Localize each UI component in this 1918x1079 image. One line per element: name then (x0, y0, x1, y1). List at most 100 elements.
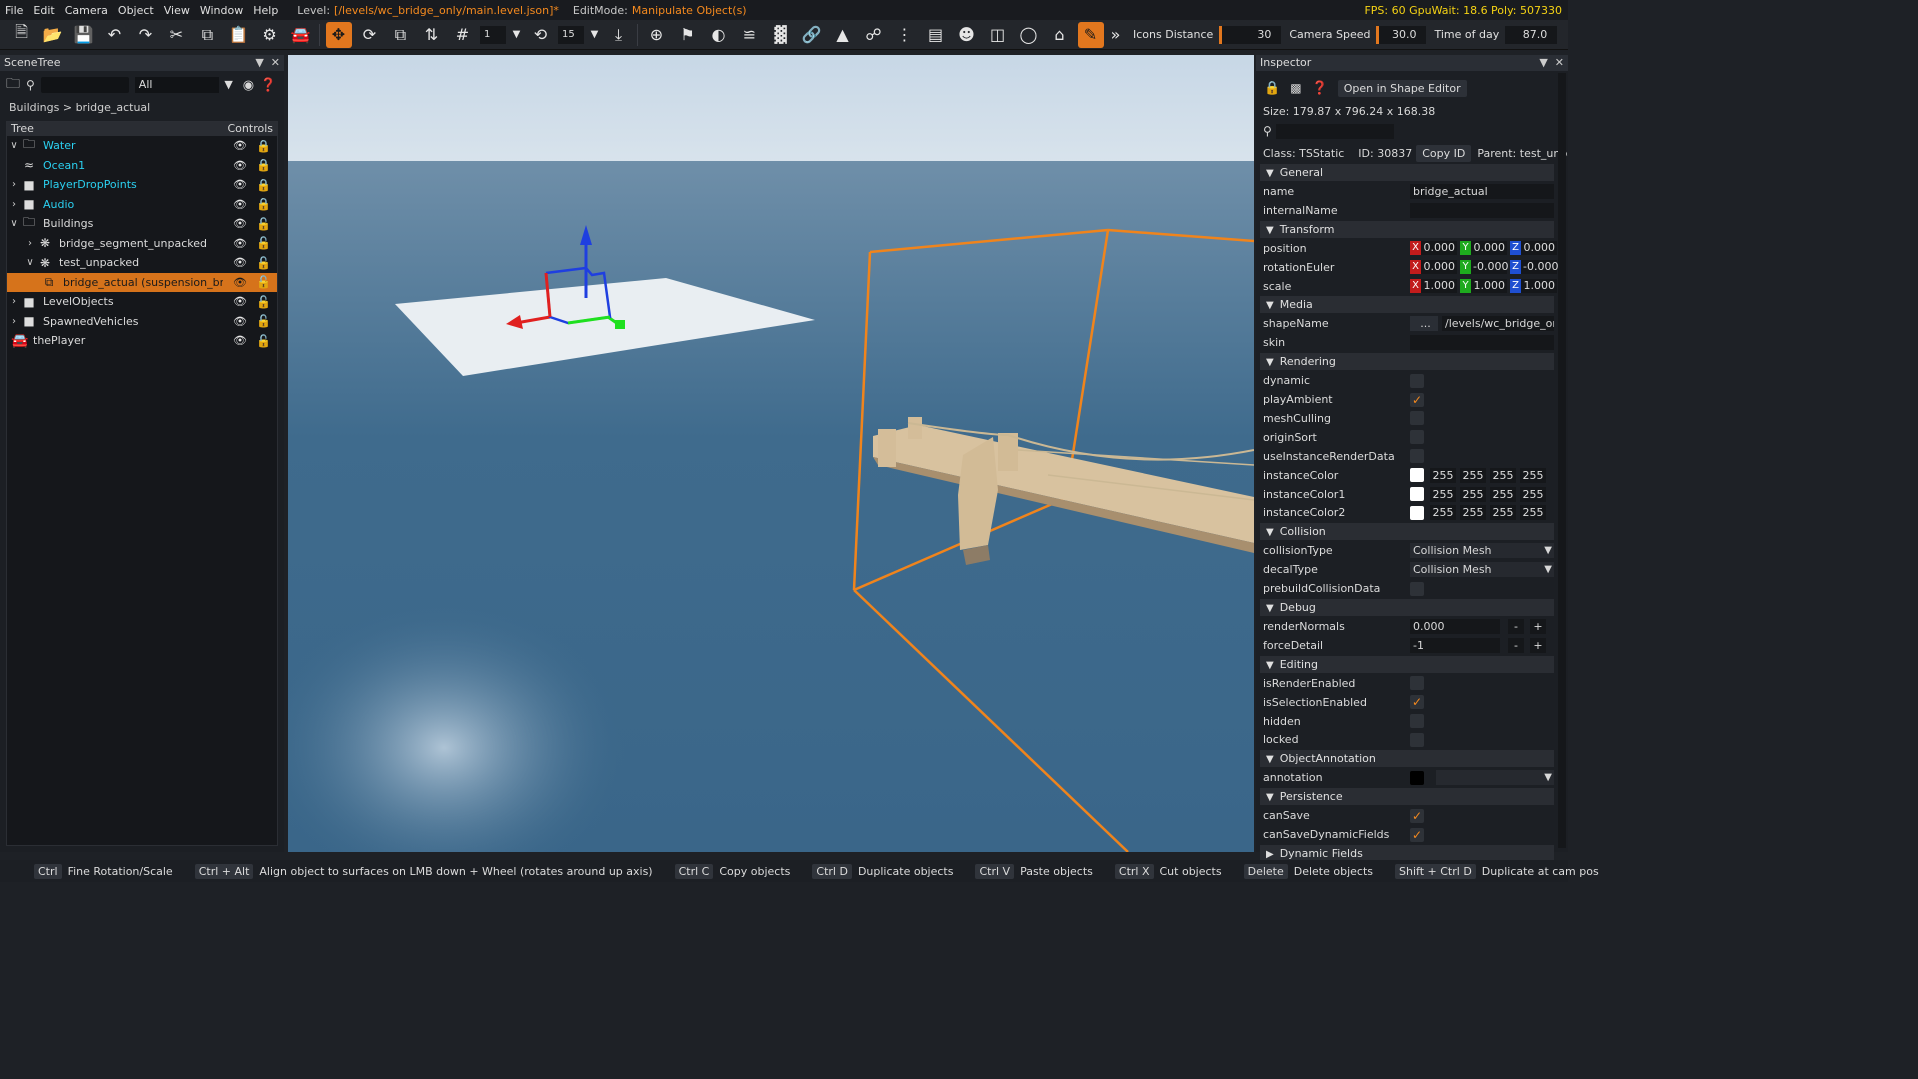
chevron-down-icon[interactable]: ∨ (23, 257, 37, 268)
lock-icon[interactable]: 🔒 (256, 197, 271, 211)
tree-row-ocean1[interactable]: ≈ Ocean1 👁 🔒 (7, 156, 277, 176)
sky-dome-icon[interactable]: ◯ (1016, 22, 1042, 48)
paste-icon[interactable]: 📋 (226, 22, 252, 48)
scale-x-input[interactable]: 1.000 (1421, 279, 1457, 294)
position-x[interactable]: X 0.000 (1410, 241, 1457, 256)
forcedetail-input[interactable]: -1 (1410, 637, 1500, 653)
help-icon[interactable]: ❓ (260, 78, 276, 93)
add-object-icon[interactable]: ⊕ (644, 22, 670, 48)
rendernormals-input[interactable]: 0.000 (1410, 618, 1500, 634)
layers-icon[interactable]: ◫ (985, 22, 1011, 48)
radar-icon[interactable]: ◉ (243, 78, 254, 93)
rotation-y[interactable]: Y -0.000 (1460, 260, 1508, 275)
section-objectannotation[interactable]: ▼ ObjectAnnotation (1260, 750, 1554, 768)
camera-speed-slider[interactable]: 30.0 (1376, 25, 1427, 44)
scenetree-search-input[interactable] (40, 77, 129, 93)
open-shape-editor-button[interactable]: Open in Shape Editor (1337, 79, 1467, 97)
decrement-button[interactable]: - (1508, 637, 1524, 653)
prebuild-checkbox[interactable] (1410, 581, 1424, 596)
lock-icon[interactable]: 🔒 (256, 178, 271, 192)
inspector-search-input[interactable] (1275, 123, 1394, 139)
collisiontype-select[interactable]: Collision Mesh (1410, 543, 1554, 559)
eye-icon[interactable]: 👁 (233, 334, 247, 347)
hidden-checkbox[interactable] (1410, 714, 1424, 729)
eye-icon[interactable]: 👁 (233, 139, 247, 152)
decrement-button[interactable]: - (1508, 618, 1524, 634)
paint-roller-icon[interactable]: ▓ (768, 22, 794, 48)
locked-checkbox[interactable] (1410, 732, 1424, 747)
link-icon[interactable]: 🔗 (799, 22, 825, 48)
increment-button[interactable]: + (1530, 637, 1546, 653)
tree-row-bridge-segment-unpacked[interactable]: › ❋ bridge_segment_unpacked 👁 🔓 (7, 234, 277, 254)
lock-open-icon[interactable]: 🔓 (256, 256, 271, 270)
section-general[interactable]: ▼ General (1260, 164, 1554, 181)
copy-id-button[interactable]: Copy ID (1416, 144, 1472, 162)
icons-distance-slider[interactable]: 30 (1219, 25, 1282, 44)
save-icon[interactable]: 💾 (71, 22, 97, 48)
position-y-input[interactable]: 0.000 (1471, 241, 1507, 256)
scale-z[interactable]: Z 1.000 (1510, 279, 1557, 294)
color-g-input[interactable]: 255 (1460, 505, 1486, 521)
lock-open-icon[interactable]: 🔓 (256, 275, 271, 289)
increment-button[interactable]: + (1530, 618, 1546, 634)
lock-open-icon[interactable]: 🔓 (256, 217, 271, 231)
grid-snap-icon[interactable]: # (450, 22, 476, 48)
redo-icon[interactable]: ↷ (133, 22, 159, 48)
lock-open-icon[interactable]: 🔓 (256, 295, 271, 309)
color-r-input[interactable]: 255 (1430, 505, 1456, 521)
color-b-input[interactable]: 255 (1490, 467, 1516, 483)
traffic-light-icon[interactable]: ⋮ (892, 22, 918, 48)
eye-icon[interactable]: 👁 (233, 237, 247, 250)
section-editing[interactable]: ▼ Editing (1260, 655, 1554, 673)
tree-row-playerdroppoints[interactable]: › ■ PlayerDropPoints 👁 🔒 (7, 175, 277, 195)
playambient-checkbox[interactable]: ✓ (1410, 392, 1424, 407)
grid-snap-value[interactable]: 1 (480, 25, 506, 44)
gizmo-y-arrow[interactable] (615, 320, 625, 329)
undo-icon[interactable]: ↶ (102, 22, 128, 48)
new-badge-icon[interactable]: ▩ (1290, 81, 1301, 95)
tree-row-theplayer[interactable]: 🚘 thePlayer 👁 🔓 (7, 331, 277, 351)
rotation-z[interactable]: Z -0.000 (1510, 260, 1558, 275)
pencil-edit-icon[interactable]: ✎ (1077, 21, 1104, 48)
align-snap-icon[interactable]: ⇅ (419, 22, 445, 48)
scale-gizmo-icon[interactable]: ⧉ (388, 22, 414, 48)
breadcrumb[interactable]: Buildings > bridge_actual (suspension_br… (0, 99, 284, 132)
color-b-input[interactable]: 255 (1490, 505, 1516, 521)
section-debug[interactable]: ▼ Debug (1260, 599, 1554, 617)
section-collision[interactable]: ▼ Collision (1260, 523, 1554, 541)
useinstancerenderdata-checkbox[interactable] (1410, 449, 1424, 464)
position-x-input[interactable]: 0.000 (1421, 241, 1457, 256)
menu-camera[interactable]: Camera (60, 4, 113, 17)
rotation-x[interactable]: X 0.000 (1410, 260, 1457, 275)
annotation-select[interactable] (1436, 770, 1554, 786)
color-r-input[interactable]: 255 (1430, 486, 1456, 502)
chevron-down-icon[interactable]: ▼ (511, 22, 523, 48)
scenetree-filter-select[interactable]: All ▼ (134, 77, 233, 93)
isrenderenabled-checkbox[interactable] (1410, 676, 1424, 691)
lock-icon[interactable]: 🔒 (256, 158, 271, 172)
node-graph-icon[interactable]: ☍ (861, 22, 887, 48)
chevron-down-icon[interactable]: ∨ (7, 140, 21, 151)
forest-icon[interactable]: ▲ (830, 22, 856, 48)
translate-gizmo-icon[interactable]: ✥ (325, 21, 352, 48)
flag-icon[interactable]: ⚑ (675, 22, 701, 48)
open-folder-icon[interactable]: 📂 (40, 22, 66, 48)
shapename-input[interactable]: /levels/wc_bridge_only/ (1442, 316, 1554, 332)
menu-object[interactable]: Object (113, 4, 159, 17)
rotation-snap-value[interactable]: 15 (558, 25, 584, 44)
menu-view[interactable]: View (159, 4, 195, 17)
color-b-input[interactable]: 255 (1490, 486, 1516, 502)
chevron-down-icon[interactable]: ∨ (7, 218, 21, 229)
inspector-scrollbar[interactable] (1558, 73, 1566, 848)
time-of-day-field[interactable]: 87.0 (1505, 25, 1558, 44)
help-icon[interactable]: ❓ (1312, 81, 1328, 96)
copy-icon[interactable]: ⧉ (195, 22, 221, 48)
cut-icon[interactable]: ✂ (164, 22, 190, 48)
section-media[interactable]: ▼ Media (1260, 296, 1554, 314)
scale-y[interactable]: Y 1.000 (1460, 279, 1507, 294)
scale-z-input[interactable]: 1.000 (1521, 279, 1557, 294)
color-a-input[interactable]: 255 (1520, 486, 1546, 502)
tree-row-water[interactable]: ∨ 🗀 Water 👁 🔒 (7, 136, 277, 156)
eye-icon[interactable]: 👁 (233, 315, 247, 328)
tree-row-audio[interactable]: › ■ Audio 👁 🔒 (7, 195, 277, 215)
